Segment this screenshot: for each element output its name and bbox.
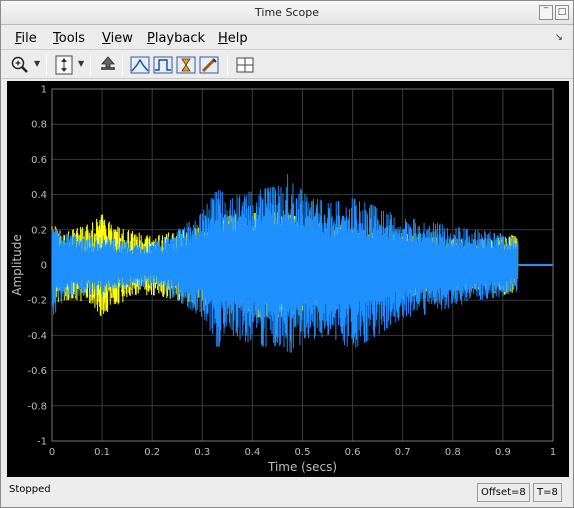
title-bar[interactable]: Time Scope ‾ □ bbox=[1, 1, 573, 25]
toolbar-separator bbox=[122, 55, 123, 75]
offset-readout: Offset=8 bbox=[477, 483, 530, 502]
y-tick-label: -0.8 bbox=[27, 401, 47, 412]
toolbar: ▼ ▼ bbox=[1, 51, 573, 79]
menu-playback-label: layback bbox=[154, 31, 206, 46]
time-scope-plot[interactable]: 0 0.1 0.2 0.3 0.4 0.5 0.6 0.7 0.8 0.9 1 1 0.8 0.6 0.4 0… bbox=[7, 81, 569, 477]
bilevel-measurements-icon[interactable] bbox=[152, 54, 174, 76]
x-tick-label: 0.2 bbox=[144, 447, 160, 458]
x-tick-label: 0 bbox=[49, 447, 55, 458]
menu-view-mnemonic: V bbox=[102, 31, 111, 46]
scale-axes-icon[interactable] bbox=[53, 54, 75, 76]
menu-view-label: iew bbox=[110, 31, 133, 46]
x-tick-label: 0.4 bbox=[244, 447, 260, 458]
toolbar-separator bbox=[90, 55, 91, 75]
y-tick-label: -0.4 bbox=[27, 331, 47, 342]
menu-file-label: ile bbox=[21, 31, 37, 46]
scale-dropdown-icon[interactable]: ▼ bbox=[78, 59, 84, 68]
x-tick-label: 0.6 bbox=[345, 447, 361, 458]
x-tick-label: 0.1 bbox=[94, 447, 110, 458]
status-bar: Stopped Offset=8 T=8 bbox=[1, 481, 573, 507]
y-tick-label: 0 bbox=[41, 261, 47, 272]
menu-playback-mnemonic: P bbox=[147, 31, 155, 46]
zoom-dropdown-icon[interactable]: ▼ bbox=[34, 59, 40, 68]
layout-icon[interactable] bbox=[234, 54, 256, 76]
x-tick-label: 0.9 bbox=[495, 447, 511, 458]
y-tick-label: 0.4 bbox=[31, 190, 47, 201]
menu-tools-label: ools bbox=[58, 31, 86, 46]
cursor-measurements-icon[interactable] bbox=[175, 54, 197, 76]
restore-view-icon[interactable] bbox=[97, 54, 119, 76]
maximize-button[interactable]: □ bbox=[555, 5, 569, 20]
scope-display[interactable]: 0 0.1 0.2 0.3 0.4 0.5 0.6 0.7 0.8 0.9 1 1 0.8 0.6 0.4 0… bbox=[7, 81, 569, 477]
time-readout: T=8 bbox=[533, 483, 562, 502]
y-tick-label: 0.2 bbox=[31, 225, 47, 236]
x-tick-label: 0.8 bbox=[445, 447, 461, 458]
menu-view[interactable]: View bbox=[102, 31, 133, 46]
menu-playback[interactable]: Playback bbox=[147, 31, 205, 46]
menu-file[interactable]: File bbox=[15, 31, 37, 46]
menu-tools[interactable]: Tools bbox=[53, 31, 85, 46]
y-tick-label: 1 bbox=[41, 85, 47, 96]
y-tick-label: -0.2 bbox=[27, 296, 47, 307]
minimize-button[interactable]: ‾ bbox=[539, 5, 553, 20]
signal-statistics-icon[interactable] bbox=[198, 54, 220, 76]
y-tick-label: -0.6 bbox=[27, 366, 47, 377]
menu-help[interactable]: Help bbox=[218, 31, 248, 46]
zoom-in-icon[interactable] bbox=[9, 54, 31, 76]
menu-help-label: elp bbox=[227, 31, 248, 46]
dock-arrow-icon[interactable]: ↘ bbox=[555, 32, 563, 43]
menu-bar: File Tools View Playback Help ↘ bbox=[1, 26, 573, 50]
x-tick-label: 1 bbox=[550, 447, 556, 458]
y-tick-label: -1 bbox=[37, 437, 47, 448]
peak-finder-icon[interactable] bbox=[129, 54, 151, 76]
y-axis-label: Amplitude bbox=[10, 234, 24, 296]
window-title: Time Scope bbox=[255, 6, 319, 19]
y-tick-label: 0.8 bbox=[31, 120, 47, 131]
toolbar-separator bbox=[227, 55, 228, 75]
x-tick-label: 0.3 bbox=[194, 447, 210, 458]
x-axis-label: Time (secs) bbox=[267, 460, 337, 474]
simulation-status: Stopped bbox=[9, 484, 51, 495]
y-tick-label: 0.6 bbox=[31, 155, 47, 166]
toolbar-separator bbox=[46, 55, 47, 75]
x-tick-label: 0.7 bbox=[395, 447, 411, 458]
x-tick-label: 0.5 bbox=[295, 447, 311, 458]
menu-help-mnemonic: H bbox=[218, 31, 228, 46]
time-scope-window: Time Scope ‾ □ File Tools View Playback … bbox=[0, 0, 574, 508]
